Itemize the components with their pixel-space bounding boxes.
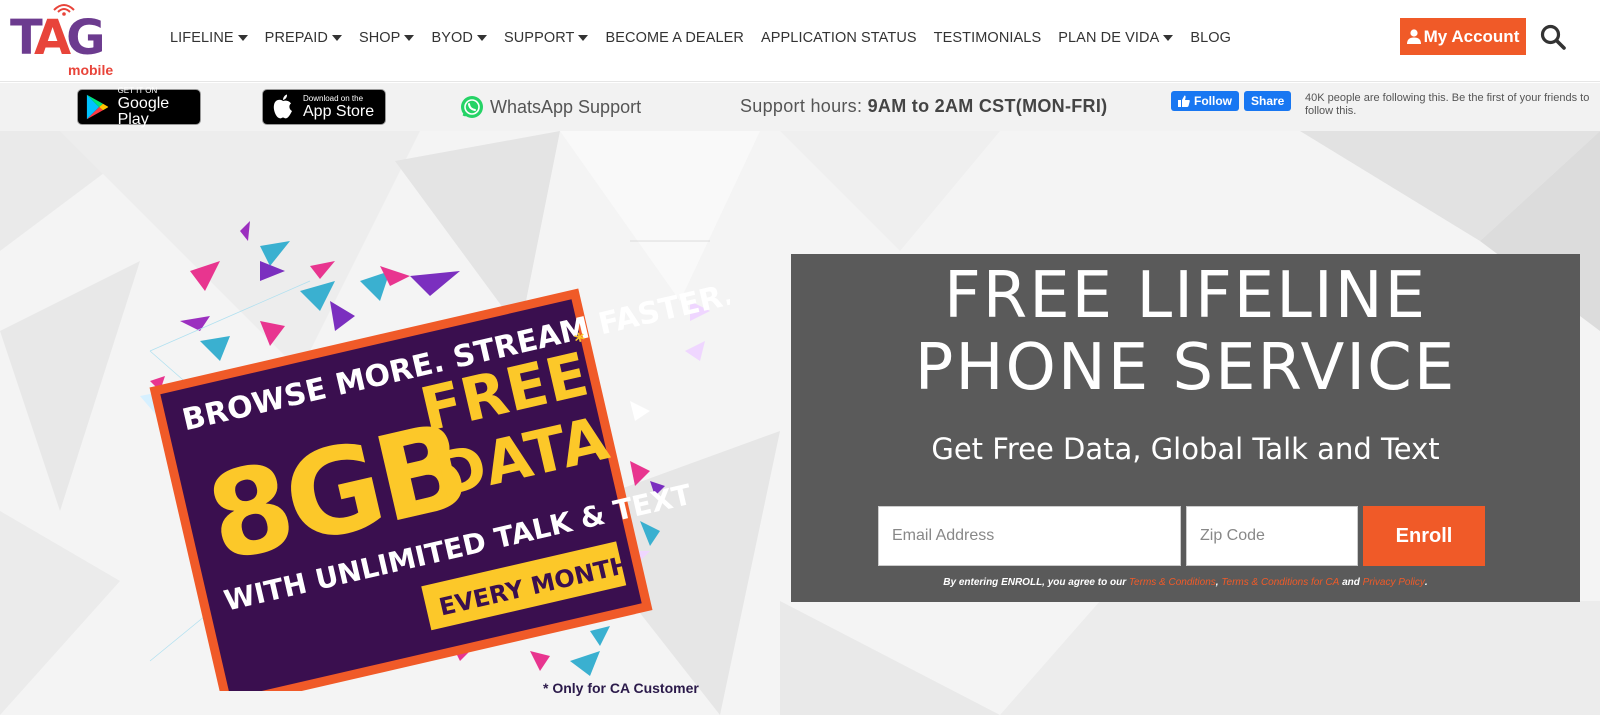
- enroll-button[interactable]: Enroll: [1363, 506, 1485, 566]
- nav-item-label: PLAN DE VIDA: [1058, 30, 1160, 46]
- caret-down-icon: [404, 35, 415, 41]
- caret-down-icon: [331, 35, 342, 41]
- hero-subtitle: Get Free Data, Global Talk and Text: [931, 432, 1440, 466]
- nav-item-byod[interactable]: BYOD: [431, 30, 487, 46]
- nav-item-label: APPLICATION STATUS: [760, 30, 917, 46]
- terms-link[interactable]: Terms & Conditions: [1129, 577, 1216, 588]
- nav-item-label: LIFELINE: [170, 30, 234, 46]
- facebook-follow-button[interactable]: Follow: [1171, 91, 1239, 111]
- caret-down-icon: [1163, 35, 1174, 41]
- nav-item-blog[interactable]: BLOG: [1190, 30, 1231, 46]
- privacy-policy-link[interactable]: Privacy Policy: [1363, 577, 1425, 588]
- thumbs-up-icon: [1178, 95, 1190, 107]
- nav-item-support[interactable]: SUPPORT: [504, 30, 589, 46]
- hero-title-line1: FREE LIFELINE: [943, 259, 1428, 333]
- nav-item-label: BLOG: [1190, 30, 1232, 46]
- nav-item-testimonials[interactable]: TESTIMONIALS: [934, 30, 1042, 46]
- terms-ca-link[interactable]: Terms & Conditions for CA: [1221, 577, 1339, 588]
- whatsapp-support-link[interactable]: WhatsApp Support: [460, 95, 641, 119]
- caret-down-icon: [476, 35, 487, 41]
- support-hours: Support hours: 9AM to 2AM CST(MON-FRI): [740, 96, 1107, 117]
- terms-and: and: [1339, 577, 1363, 588]
- whatsapp-icon: [461, 96, 483, 118]
- logo-wordmark: TAG: [10, 10, 106, 66]
- nav-item-label: SHOP: [358, 30, 401, 46]
- terms-notice: By entering ENROLL, you agree to our Ter…: [791, 577, 1580, 588]
- nav-item-label: PREPAID: [264, 30, 328, 46]
- nav-item-label: BECOME A DEALER: [605, 30, 744, 46]
- search-icon[interactable]: [1540, 24, 1566, 50]
- user-icon: [1406, 29, 1421, 44]
- facebook-share-button[interactable]: Share: [1244, 91, 1292, 111]
- nav-item-lifeline[interactable]: LIFELINE: [170, 30, 248, 46]
- terms-end: .: [1424, 577, 1428, 588]
- facebook-follow-label: Follow: [1194, 94, 1232, 108]
- main-nav: LIFELINE PREPAID SHOP BYOD SUPPORT BECOME A D…: [170, 30, 1248, 46]
- app-store-badge[interactable]: Download on the App Store: [262, 89, 386, 125]
- support-hours-value: 9AM to 2AM CST(MON-FRI): [867, 96, 1108, 116]
- my-account-label: My Account: [1423, 26, 1520, 46]
- ca-customer-note: * Only for CA Customer: [543, 680, 699, 696]
- facebook-widget: Follow Share: [1171, 91, 1292, 111]
- info-bar: GET IT ON Google Play Download on the Ap…: [0, 83, 1600, 131]
- promo-8gb-graphic: BROWSE MORE. STREAM FASTER. 8GB FREE DAT…: [140, 221, 730, 691]
- nav-item-shop[interactable]: SHOP: [359, 30, 415, 46]
- nav-item-plan-de-vida[interactable]: PLAN DE VIDA: [1058, 30, 1174, 46]
- nav-item-label: SUPPORT: [503, 30, 575, 46]
- support-hours-label: Support hours:: [740, 96, 868, 116]
- hero-title-line2: PHONE SERVICE: [914, 331, 1457, 405]
- app-store-big-text: App Store: [303, 102, 375, 120]
- google-play-icon: [86, 94, 109, 120]
- hero-title: FREE LIFELINE PHONE SERVICE: [791, 260, 1580, 404]
- nav-item-label: BYOD: [431, 30, 473, 46]
- site-header: TAG mobile LIFELINE PREPAID SHOP BYOD SUPPOR…: [0, 0, 1600, 82]
- nav-item-application-status[interactable]: APPLICATION STATUS: [761, 30, 917, 46]
- facebook-followers-text: 40K people are following this. Be the fi…: [1305, 92, 1590, 117]
- app-store-small-text: Download on the: [303, 93, 364, 103]
- nav-item-label: TESTIMONIALS: [933, 30, 1042, 46]
- hero-section: BROWSE MORE. STREAM FASTER. 8GB FREE DAT…: [0, 131, 1600, 715]
- google-play-small-text: GET IT ON: [117, 85, 158, 95]
- my-account-button[interactable]: My Account: [1400, 18, 1526, 55]
- caret-down-icon: [578, 35, 589, 41]
- facebook-share-label: Share: [1251, 94, 1285, 108]
- nav-item-prepaid[interactable]: PREPAID: [265, 30, 342, 46]
- apple-icon: [273, 94, 292, 119]
- email-field[interactable]: [878, 506, 1181, 566]
- google-play-badge[interactable]: GET IT ON Google Play: [77, 85, 201, 128]
- logo-subtitle: mobile: [68, 62, 114, 78]
- whatsapp-label: WhatsApp Support: [490, 96, 642, 117]
- nav-item-become-a-dealer[interactable]: BECOME A DEALER: [605, 30, 744, 46]
- enroll-panel: FREE LIFELINE PHONE SERVICE Get Free Dat…: [791, 254, 1580, 602]
- google-play-big-text: Google Play: [117, 94, 170, 128]
- terms-prefix: By entering ENROLL, you agree to our: [943, 577, 1129, 588]
- zip-code-field[interactable]: [1186, 506, 1358, 566]
- tag-mobile-logo[interactable]: TAG mobile: [10, 2, 128, 78]
- caret-down-icon: [237, 35, 248, 41]
